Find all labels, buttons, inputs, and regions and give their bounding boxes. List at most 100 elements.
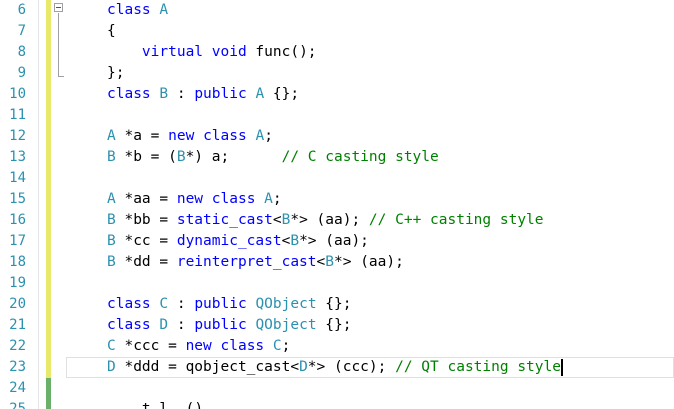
plain-token: }; xyxy=(107,65,125,81)
line-number: 11 xyxy=(9,107,26,123)
keyword-token: static_cast xyxy=(176,212,273,228)
code-line[interactable]: class C : public QObject {}; xyxy=(107,294,351,315)
plain-token: : xyxy=(168,86,195,102)
line-number: 16 xyxy=(9,212,26,228)
code-line[interactable]: virtual void func(); xyxy=(107,42,317,63)
code-line[interactable]: B *dd = reinterpret_cast<B*> (aa); xyxy=(107,252,404,273)
plain-token: {}; xyxy=(316,296,352,312)
keyword-token: class xyxy=(203,128,247,144)
plain-token: *bb = xyxy=(115,212,177,228)
keyword-token: public xyxy=(194,86,247,102)
line-number: 8 xyxy=(17,44,26,60)
change-tracking-bar-saved xyxy=(46,378,51,409)
line-number: 24 xyxy=(9,380,26,396)
comment-token: // C++ casting style xyxy=(368,212,544,228)
keyword-token: class xyxy=(107,317,151,333)
type-token: A xyxy=(159,2,169,18)
plain-token: l xyxy=(159,401,169,409)
plain-token: ) xyxy=(194,401,204,409)
plain-token: t xyxy=(141,401,151,409)
code-line[interactable]: class B : public A {}; xyxy=(107,84,299,105)
line-number: 13 xyxy=(9,149,26,165)
plain-token: *ddd = qobject_cast< xyxy=(115,359,300,375)
type-token: A xyxy=(264,191,273,207)
keyword-token: new xyxy=(185,338,212,354)
keyword-token: new xyxy=(176,191,204,207)
type-token: B xyxy=(290,233,300,249)
plain-token: {}; xyxy=(316,317,352,333)
plain-token: : xyxy=(168,296,195,312)
code-line[interactable]: }; xyxy=(107,63,124,84)
code-line[interactable]: { xyxy=(107,21,116,42)
line-number: 25 xyxy=(9,401,26,409)
type-token: B xyxy=(107,149,116,165)
line-number: 15 xyxy=(9,191,26,207)
plain-token: *> (aa); xyxy=(290,212,369,228)
plain-token: {}; xyxy=(264,86,300,102)
plain-token: ; xyxy=(272,191,282,207)
line-number: 19 xyxy=(9,275,26,291)
type-token: B xyxy=(107,233,116,249)
line-number: 9 xyxy=(17,65,26,81)
type-token: C xyxy=(272,338,282,354)
keyword-token: class xyxy=(107,86,151,102)
line-number: 6 xyxy=(17,2,26,18)
code-line[interactable]: B *b = (B*) a; // C casting style xyxy=(107,147,439,168)
line-number: 7 xyxy=(17,23,26,39)
code-line[interactable]: C *ccc = new class C; xyxy=(107,336,290,357)
plain-token: { xyxy=(107,23,116,39)
type-token: C xyxy=(159,296,169,312)
comment-token: // C casting style xyxy=(281,149,439,165)
type-token: A xyxy=(255,86,265,102)
plain-token: *ccc = xyxy=(115,338,186,354)
plain-token: *> (ccc); xyxy=(307,359,396,375)
plain-token: ; xyxy=(264,128,273,144)
type-token: B xyxy=(159,86,169,102)
keyword-token: public xyxy=(194,317,247,333)
line-number: 21 xyxy=(9,317,26,333)
keyword-token: class xyxy=(211,191,256,207)
line-number: 14 xyxy=(9,170,26,186)
plain-token: func(); xyxy=(246,44,317,60)
change-tracking-bar xyxy=(46,0,51,409)
plain-token: *cc = xyxy=(115,233,177,249)
code-line[interactable]: class A xyxy=(107,0,168,21)
text-caret xyxy=(560,358,563,376)
keyword-token: reinterpret_cast xyxy=(176,254,317,270)
type-token: QObject xyxy=(255,296,317,312)
code-line-current[interactable]: D *ddd = qobject_cast<D*> (ccc); // QT c… xyxy=(107,357,563,378)
type-token: A xyxy=(107,128,116,144)
type-token: C xyxy=(107,338,116,354)
plain-token: *) a; xyxy=(185,149,282,165)
type-token: B xyxy=(325,254,334,270)
plain-token: *> (aa); xyxy=(334,254,404,270)
code-line[interactable]: A *a = new class A; xyxy=(107,126,273,147)
type-token: A xyxy=(107,191,116,207)
line-number: 12 xyxy=(9,128,26,144)
line-number: 20 xyxy=(9,296,26,312)
keyword-token: class xyxy=(220,338,265,354)
code-editor[interactable]: 6 7 8 9 10 11 12 13 14 15 16 17 18 19 20… xyxy=(0,0,674,409)
outline-fold-line xyxy=(58,13,59,76)
type-token: A xyxy=(255,128,265,144)
code-line[interactable]: t l () xyxy=(107,399,203,409)
code-line[interactable]: class D : public QObject {}; xyxy=(107,315,351,336)
keyword-token: new xyxy=(168,128,195,144)
plain-token: < xyxy=(316,254,326,270)
plain-token: *> (aa); xyxy=(299,233,369,249)
plain-token: *aa = xyxy=(115,191,177,207)
code-line[interactable]: B *cc = dynamic_cast<B*> (aa); xyxy=(107,231,369,252)
collapse-icon[interactable] xyxy=(54,3,63,12)
keyword-token: class xyxy=(107,296,151,312)
code-line[interactable]: A *aa = new class A; xyxy=(107,189,282,210)
line-number: 10 xyxy=(9,86,26,102)
line-number: 18 xyxy=(9,254,26,270)
keyword-token: void xyxy=(211,44,247,60)
code-line[interactable]: B *bb = static_cast<B*> (aa); // C++ cas… xyxy=(107,210,544,231)
